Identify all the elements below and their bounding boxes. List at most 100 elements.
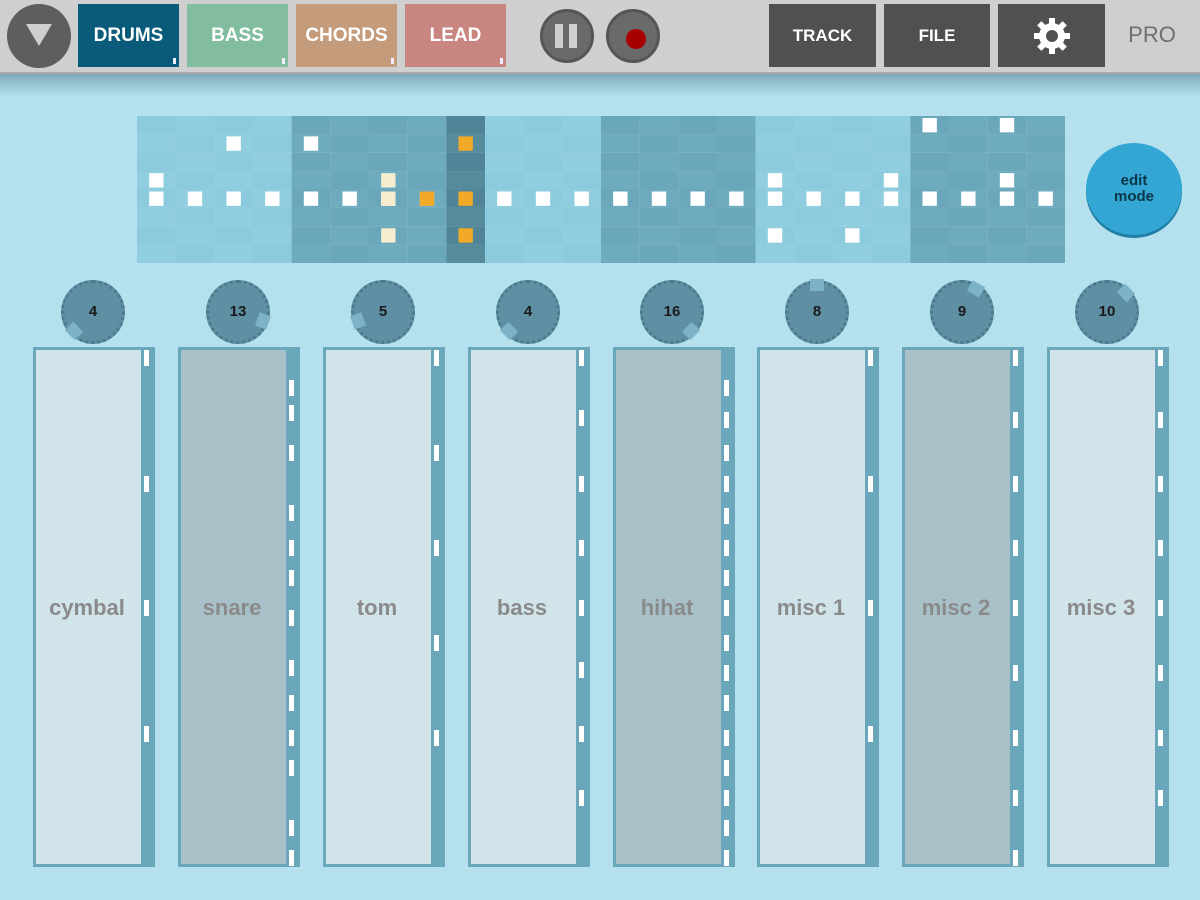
pattern-note[interactable]: [265, 191, 280, 206]
pattern-cell[interactable]: [949, 244, 988, 263]
pattern-cell[interactable]: [330, 134, 369, 153]
pattern-note[interactable]: [651, 191, 667, 206]
pattern-cell[interactable]: [833, 134, 872, 153]
pattern-cell[interactable]: [678, 244, 717, 263]
pattern-cell[interactable]: [523, 134, 563, 153]
pattern-cell[interactable]: [717, 134, 756, 153]
drum-pad[interactable]: bass: [468, 347, 590, 867]
pattern-cell[interactable]: [601, 171, 640, 190]
pattern-cell[interactable]: [833, 116, 872, 135]
pattern-note[interactable]: [767, 228, 783, 243]
pattern-cell[interactable]: [1026, 226, 1065, 245]
file-button[interactable]: FILE: [884, 4, 990, 67]
pattern-cell[interactable]: [407, 244, 447, 263]
pattern-cell[interactable]: [717, 171, 756, 190]
pattern-cell[interactable]: [175, 152, 215, 172]
pattern-cell[interactable]: [253, 134, 292, 153]
pattern-note[interactable]: [999, 173, 1015, 188]
pattern-cell[interactable]: [523, 244, 563, 263]
pattern-cell[interactable]: [794, 244, 833, 263]
volume-knob[interactable]: 10: [1075, 280, 1139, 344]
pattern-cell[interactable]: [137, 226, 176, 245]
pattern-cell[interactable]: [407, 171, 447, 190]
pause-button[interactable]: [540, 9, 594, 63]
pattern-cell[interactable]: [291, 226, 331, 245]
pattern-cell[interactable]: [910, 171, 949, 190]
pattern-cell[interactable]: [639, 134, 679, 153]
pattern-cell[interactable]: [601, 207, 640, 227]
pattern-note-highlight[interactable]: [381, 191, 396, 206]
drum-pad[interactable]: misc 1: [757, 347, 879, 867]
pattern-note[interactable]: [999, 118, 1015, 133]
pattern-cell[interactable]: [755, 244, 795, 263]
pattern-cell[interactable]: [871, 226, 911, 245]
pattern-cell[interactable]: [291, 171, 331, 190]
pattern-cell[interactable]: [562, 134, 601, 153]
pattern-cell[interactable]: [137, 134, 176, 153]
drum-pad[interactable]: tom: [323, 347, 445, 867]
pattern-cell[interactable]: [871, 152, 911, 172]
pattern-cell[interactable]: [175, 116, 215, 135]
pattern-note[interactable]: [303, 191, 319, 206]
pattern-cell[interactable]: [1026, 171, 1065, 190]
pattern-note[interactable]: [535, 191, 551, 206]
pattern-cell[interactable]: [562, 171, 601, 190]
pattern-cell[interactable]: [987, 152, 1027, 172]
pattern-cell[interactable]: [871, 116, 911, 135]
pattern-note[interactable]: [806, 191, 821, 206]
knob-handle[interactable]: [255, 312, 272, 330]
pattern-cell[interactable]: [369, 207, 408, 227]
pattern-cell[interactable]: [407, 116, 447, 135]
pattern-cell[interactable]: [137, 116, 176, 135]
pattern-cell[interactable]: [214, 207, 253, 227]
pattern-note[interactable]: [845, 191, 860, 206]
pattern-cell[interactable]: [601, 116, 640, 135]
tab-bass[interactable]: BASS: [187, 4, 288, 67]
pattern-cell[interactable]: [601, 244, 640, 263]
pattern-cell[interactable]: [291, 152, 331, 172]
pattern-cell[interactable]: [910, 134, 949, 153]
pattern-cell[interactable]: [214, 244, 253, 263]
pattern-cell[interactable]: [794, 134, 833, 153]
pattern-cell[interactable]: [639, 207, 679, 227]
pattern-cell[interactable]: [523, 152, 563, 172]
pattern-note[interactable]: [767, 173, 783, 188]
pattern-cell[interactable]: [1026, 134, 1065, 153]
pattern-note[interactable]: [303, 136, 319, 151]
pattern-cell[interactable]: [949, 226, 988, 245]
pattern-cell[interactable]: [601, 226, 640, 245]
drum-pad[interactable]: misc 2: [902, 347, 1024, 867]
pattern-cell[interactable]: [910, 244, 949, 263]
pattern-cell[interactable]: [446, 171, 485, 190]
pattern-cell[interactable]: [910, 207, 949, 227]
knob-handle[interactable]: [1116, 283, 1136, 303]
pattern-cell[interactable]: [678, 207, 717, 227]
pattern-cell[interactable]: [291, 244, 331, 263]
pattern-cell[interactable]: [871, 244, 911, 263]
drum-pad[interactable]: cymbal: [33, 347, 155, 867]
pattern-cell[interactable]: [871, 207, 911, 227]
pattern-cell[interactable]: [407, 134, 447, 153]
pattern-cell[interactable]: [446, 152, 485, 172]
volume-knob[interactable]: 4: [61, 280, 125, 344]
pattern-note[interactable]: [961, 191, 976, 206]
menu-button[interactable]: [7, 4, 71, 68]
pattern-cell[interactable]: [910, 152, 949, 172]
pattern-cell[interactable]: [987, 134, 1027, 153]
pattern-cell[interactable]: [1026, 116, 1065, 135]
pattern-cell[interactable]: [137, 244, 176, 263]
pattern-cell[interactable]: [562, 244, 601, 263]
pattern-cell[interactable]: [949, 134, 988, 153]
pattern-cell[interactable]: [833, 152, 872, 172]
knob-handle[interactable]: [966, 279, 985, 298]
pattern-cell[interactable]: [987, 207, 1027, 227]
pattern-note[interactable]: [922, 118, 937, 133]
pattern-cell[interactable]: [1026, 207, 1065, 227]
pattern-cell[interactable]: [175, 226, 215, 245]
tab-drums[interactable]: DRUMS: [78, 4, 179, 67]
pattern-cell[interactable]: [794, 152, 833, 172]
pattern-cell[interactable]: [253, 244, 292, 263]
pattern-cell[interactable]: [485, 152, 524, 172]
pattern-cell[interactable]: [794, 171, 833, 190]
pattern-cell[interactable]: [369, 244, 408, 263]
